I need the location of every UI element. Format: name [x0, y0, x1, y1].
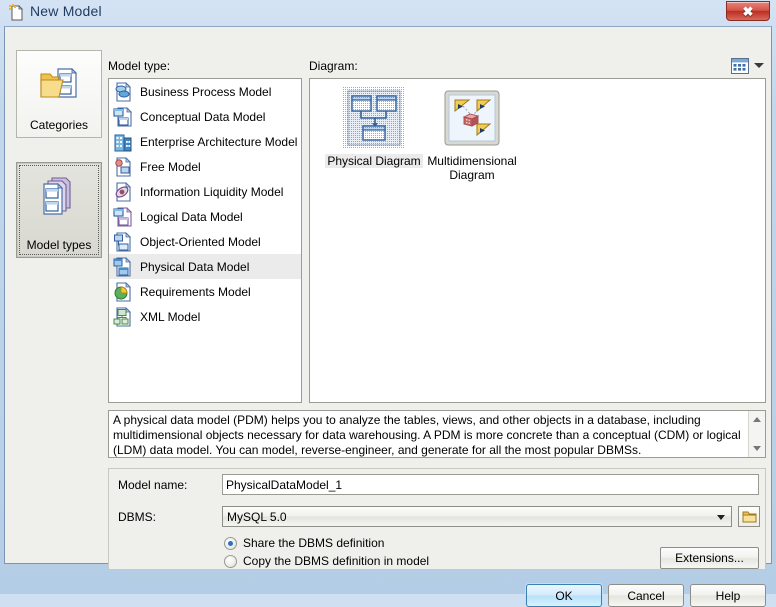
information-liquidity-model-icon	[115, 181, 131, 202]
radio-mark-share	[224, 536, 237, 550]
physical-data-model-icon	[113, 256, 131, 277]
enterprise-architecture-model-icon	[114, 134, 132, 151]
scroll-down-icon[interactable]	[753, 446, 761, 451]
extensions-button[interactable]: Extensions...	[660, 547, 759, 569]
model-type-item[interactable]: XML Model	[109, 304, 301, 329]
dbms-browse-button[interactable]	[738, 506, 760, 527]
radio-label-share: Share the DBMS definition	[243, 536, 385, 550]
chevron-down-icon[interactable]	[754, 63, 764, 68]
dbms-label: DBMS:	[118, 510, 157, 524]
diagram-caption-physical: Physical Diagram	[325, 154, 423, 168]
model-type-item[interactable]: Requirements Model	[109, 279, 301, 304]
radio-share-dbms-definition[interactable]: Share the DBMS definition	[224, 536, 384, 550]
model-type-item[interactable]: Enterprise Architecture Model	[109, 129, 301, 154]
model-type-item[interactable]: Business Process Model	[109, 79, 301, 104]
business-process-model-icon	[115, 81, 131, 102]
help-button[interactable]: Help	[690, 584, 766, 607]
model-type-item-label: Free Model	[140, 159, 201, 174]
radio-mark-copy	[224, 554, 237, 568]
requirements-model-icon	[114, 281, 131, 302]
model-type-item-label: Logical Data Model	[140, 209, 243, 224]
scroll-up-icon[interactable]	[753, 417, 761, 422]
dialog-client-area: Categories Model types Model type: Diagr…	[4, 26, 772, 607]
close-button[interactable]: ✖	[726, 1, 770, 21]
new-document-icon	[9, 4, 23, 21]
rail-label-model-types: Model types	[26, 238, 92, 252]
model-type-item-label: Conceptual Data Model	[140, 109, 266, 124]
description-text: A physical data model (PDM) helps you to…	[113, 413, 741, 457]
model-type-item[interactable]: Conceptual Data Model	[109, 104, 301, 129]
model-type-label: Model type:	[108, 59, 171, 73]
cancel-button[interactable]: Cancel	[608, 584, 684, 607]
model-type-item[interactable]: Information Liquidity Model	[109, 179, 301, 204]
multidimensional-diagram-icon	[444, 90, 500, 146]
diagram-item-multidimensional-diagram[interactable]: Multidimensional Diagram	[422, 87, 522, 182]
rail-label-categories: Categories	[29, 118, 89, 132]
stacked-documents-icon	[43, 177, 71, 215]
model-type-item-label: Requirements Model	[140, 284, 251, 299]
window-title: New Model	[30, 3, 102, 19]
physical-diagram-icon	[343, 87, 405, 149]
model-type-list[interactable]: Business Process Model Conceptual Data Mo…	[108, 78, 302, 403]
xml-model-icon	[113, 306, 131, 327]
model-settings-group: Model name: DBMS: MySQL 5.0 Share the DB…	[108, 468, 766, 570]
model-type-item-label: Enterprise Architecture Model	[140, 134, 298, 149]
chevron-down-icon	[717, 514, 725, 520]
rail-button-categories[interactable]: Categories	[16, 50, 102, 138]
diagram-caption-multidimensional: Multidimensional Diagram	[427, 154, 517, 182]
model-type-item-label: Information Liquidity Model	[140, 184, 284, 199]
model-type-item-label: Object-Oriented Model	[140, 234, 261, 249]
ok-button[interactable]: OK	[526, 584, 602, 607]
model-type-item[interactable]: Free Model	[109, 154, 301, 179]
model-type-item-label: Business Process Model	[140, 84, 272, 99]
close-icon: ✖	[742, 3, 754, 19]
model-type-item[interactable]: Logical Data Model	[109, 204, 301, 229]
title-bar[interactable]: New Model ✖	[0, 0, 776, 26]
dbms-select[interactable]: MySQL 5.0	[222, 506, 732, 527]
radio-label-copy: Copy the DBMS definition in model	[243, 554, 430, 568]
model-name-label: Model name:	[118, 478, 188, 492]
diagram-label: Diagram:	[309, 59, 358, 73]
list-view-icon[interactable]	[731, 58, 749, 74]
new-model-dialog: New Model ✖ Categories Model types Model…	[0, 0, 776, 607]
model-type-item-label: Physical Data Model	[140, 259, 250, 274]
folder-documents-icon	[40, 67, 78, 98]
model-type-item[interactable]: Object-Oriented Model	[109, 229, 301, 254]
folder-icon	[742, 511, 756, 523]
diagram-panel[interactable]: Physical Diagram Multidimensional Diagra…	[309, 78, 766, 403]
model-name-input[interactable]	[222, 474, 759, 495]
dbms-selected-value: MySQL 5.0	[227, 509, 287, 524]
description-scrollbar[interactable]	[748, 411, 765, 457]
model-type-item-label: XML Model	[140, 309, 201, 324]
rail-button-model-types[interactable]: Model types	[16, 162, 102, 258]
conceptual-data-model-icon	[113, 106, 132, 127]
radio-copy-dbms-definition[interactable]: Copy the DBMS definition in model	[224, 554, 429, 568]
object-oriented-model-icon	[114, 231, 131, 252]
description-box: A physical data model (PDM) helps you to…	[108, 410, 766, 458]
diagram-item-physical-diagram[interactable]: Physical Diagram	[324, 87, 424, 168]
free-model-icon	[115, 156, 131, 177]
logical-data-model-icon	[113, 206, 132, 227]
model-type-item[interactable]: Physical Data Model	[109, 254, 301, 279]
